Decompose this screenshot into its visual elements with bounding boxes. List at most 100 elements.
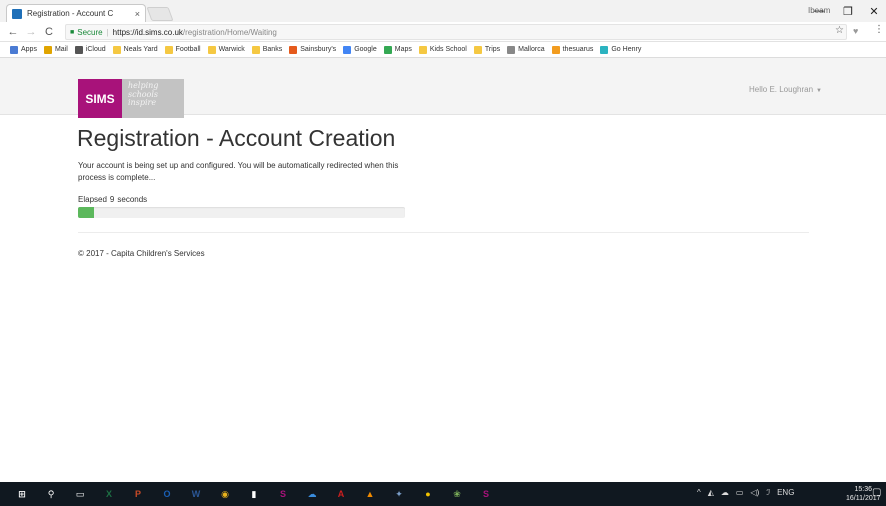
mail-icon xyxy=(43,45,52,54)
extension-icon[interactable]: ♥ xyxy=(853,26,858,36)
tray-chevron-icon[interactable]: ^ xyxy=(697,488,701,497)
app-icon-2[interactable]: ● xyxy=(420,486,436,502)
bookmark-label: Neals Yard xyxy=(123,46,158,53)
bookmarks-bar: Apps Mail iCloud Neals Yard Football Warwick B… xyxy=(0,42,886,58)
elapsed-unit: seconds xyxy=(117,195,148,204)
bookmark-label: Apps xyxy=(21,46,37,53)
chrome-icon[interactable]: ◉ xyxy=(217,486,233,502)
tab-title: Registration - Account C xyxy=(27,9,114,18)
network-icon[interactable]: ◭ xyxy=(708,488,714,497)
bookmark-item[interactable]: Apps xyxy=(10,45,37,54)
bookmark-label: Mallorca xyxy=(518,46,545,53)
search-icon[interactable]: ⚲ xyxy=(43,486,59,502)
tab-close-icon[interactable]: × xyxy=(135,9,140,19)
battery-icon[interactable]: ▭ xyxy=(736,488,744,497)
logo-tagline: helping schools inspire xyxy=(122,79,184,118)
bookmark-item[interactable]: Warwick xyxy=(207,45,245,54)
task-view-icon[interactable]: ▭ xyxy=(72,486,88,502)
notification-center-icon[interactable]: ▢ xyxy=(872,487,881,498)
bookmark-item[interactable]: thesuarus xyxy=(551,45,593,54)
vlc-icon[interactable]: ▲ xyxy=(362,486,378,502)
excel-icon[interactable]: X xyxy=(101,486,117,502)
folder-icon xyxy=(112,45,121,54)
bookmark-item[interactable]: Neals Yard xyxy=(112,45,158,54)
browser-tab[interactable]: Registration - Account C × xyxy=(6,4,146,22)
folder-icon xyxy=(251,45,260,54)
bookmark-label: Maps xyxy=(394,46,412,53)
sims-app-icon-2[interactable]: S xyxy=(478,486,494,502)
user-greeting: Hello E. Loughran xyxy=(749,85,814,94)
acrobat-icon[interactable]: A xyxy=(333,486,349,502)
windows-taskbar: ^ ◭ ☁ ▭ ◁) ℐ ENG 15:36 16/11/2017 ▢ ⊞ ⚲ ▭ X… xyxy=(0,482,886,506)
forward-button[interactable]: → xyxy=(24,24,38,40)
bookmark-star-icon[interactable]: ☆ xyxy=(835,25,844,36)
sims-logo[interactable]: SIMS helping schools inspire xyxy=(78,79,184,118)
apps-icon xyxy=(10,45,18,54)
bookmark-label: Mail xyxy=(54,46,68,53)
user-menu[interactable]: Hello E. Loughran ▼ xyxy=(749,85,822,94)
bookmark-item[interactable]: Mail xyxy=(43,45,68,54)
bookmark-item[interactable]: Trips xyxy=(473,45,501,54)
close-window-button[interactable]: ✕ xyxy=(864,1,884,21)
folder-icon xyxy=(473,45,482,54)
bookmark-item[interactable]: Maps xyxy=(383,45,412,54)
divider xyxy=(78,232,809,233)
maximize-button[interactable]: ❐ xyxy=(838,1,858,21)
sainsburys-icon xyxy=(289,45,298,54)
bookmark-item[interactable]: Banks xyxy=(251,45,283,54)
bookmark-item[interactable]: Go Henry xyxy=(600,45,642,54)
language-indicator[interactable]: ENG xyxy=(777,488,794,497)
word-icon[interactable]: W xyxy=(188,486,204,502)
app-icon[interactable]: ✦ xyxy=(391,486,407,502)
onedrive-tray-icon[interactable]: ☁ xyxy=(721,488,729,497)
system-tray: ^ ◭ ☁ ▭ ◁) ℐ ENG xyxy=(697,488,794,497)
apple-icon xyxy=(74,45,83,54)
app-icon-3[interactable]: ❀ xyxy=(449,486,465,502)
powerpoint-icon[interactable]: P xyxy=(130,486,146,502)
bookmark-label: Warwick xyxy=(218,46,245,53)
browser-tab-strip: Registration - Account C × Ibeam — ❐ ✕ xyxy=(0,0,886,22)
elapsed-label: Elapsed 9 seconds xyxy=(78,195,150,204)
volume-icon[interactable]: ◁) xyxy=(750,488,759,497)
bookmark-item[interactable]: Google xyxy=(343,45,377,54)
onedrive-icon[interactable]: ☁ xyxy=(304,486,320,502)
bookmark-item[interactable]: Football xyxy=(164,45,201,54)
outlook-icon[interactable]: O xyxy=(159,486,175,502)
lock-icon: ■ xyxy=(70,28,75,36)
windows-start-icon[interactable]: ⊞ xyxy=(14,486,30,502)
caret-down-icon: ▼ xyxy=(816,88,822,94)
file-icon[interactable]: ▮ xyxy=(246,486,262,502)
back-button[interactable]: ← xyxy=(6,24,20,40)
google-icon xyxy=(343,45,352,54)
folder-icon xyxy=(207,45,216,54)
browser-menu-icon[interactable]: ⋮ xyxy=(874,24,884,35)
bookmark-label: Trips xyxy=(484,46,501,53)
new-tab-button[interactable] xyxy=(146,7,174,21)
footer-copyright: © 2017 - Capita Children's Services xyxy=(78,249,205,258)
bookmark-label: Google xyxy=(354,46,377,53)
address-bar-row: ← → C ■ Secure | https://id.sims.co.uk /… xyxy=(0,22,886,42)
logo-tagline-line: inspire xyxy=(128,98,157,107)
status-message: Your account is being set up and configu… xyxy=(78,161,399,182)
url-input[interactable]: ■ Secure | https://id.sims.co.uk /regist… xyxy=(65,24,847,40)
secure-label: Secure xyxy=(77,27,103,37)
bookmark-label: Football xyxy=(175,46,201,53)
minimize-button[interactable]: — xyxy=(809,1,829,21)
bookmark-label: Banks xyxy=(262,46,283,53)
page-title: Registration - Account Creation xyxy=(77,125,396,151)
bookmark-item[interactable]: Sainsbury's xyxy=(289,45,336,54)
sims-app-icon[interactable]: S xyxy=(275,486,291,502)
bookmark-label: Kids School xyxy=(429,46,467,53)
reload-button[interactable]: C xyxy=(42,24,56,40)
pen-icon[interactable]: ℐ xyxy=(766,488,770,497)
bookmark-label: iCloud xyxy=(85,46,106,53)
progress-fill xyxy=(78,207,95,218)
bookmark-label: Go Henry xyxy=(611,46,642,53)
gohenry-icon xyxy=(600,45,609,54)
bookmark-item[interactable]: iCloud xyxy=(74,45,106,54)
url-host: https://id.sims.co.uk xyxy=(112,27,183,37)
bookmark-item[interactable]: Kids School xyxy=(418,45,467,54)
bookmark-item[interactable]: Mallorca xyxy=(507,45,545,54)
url-separator: | xyxy=(106,27,109,37)
sims-favicon-icon xyxy=(12,8,22,19)
